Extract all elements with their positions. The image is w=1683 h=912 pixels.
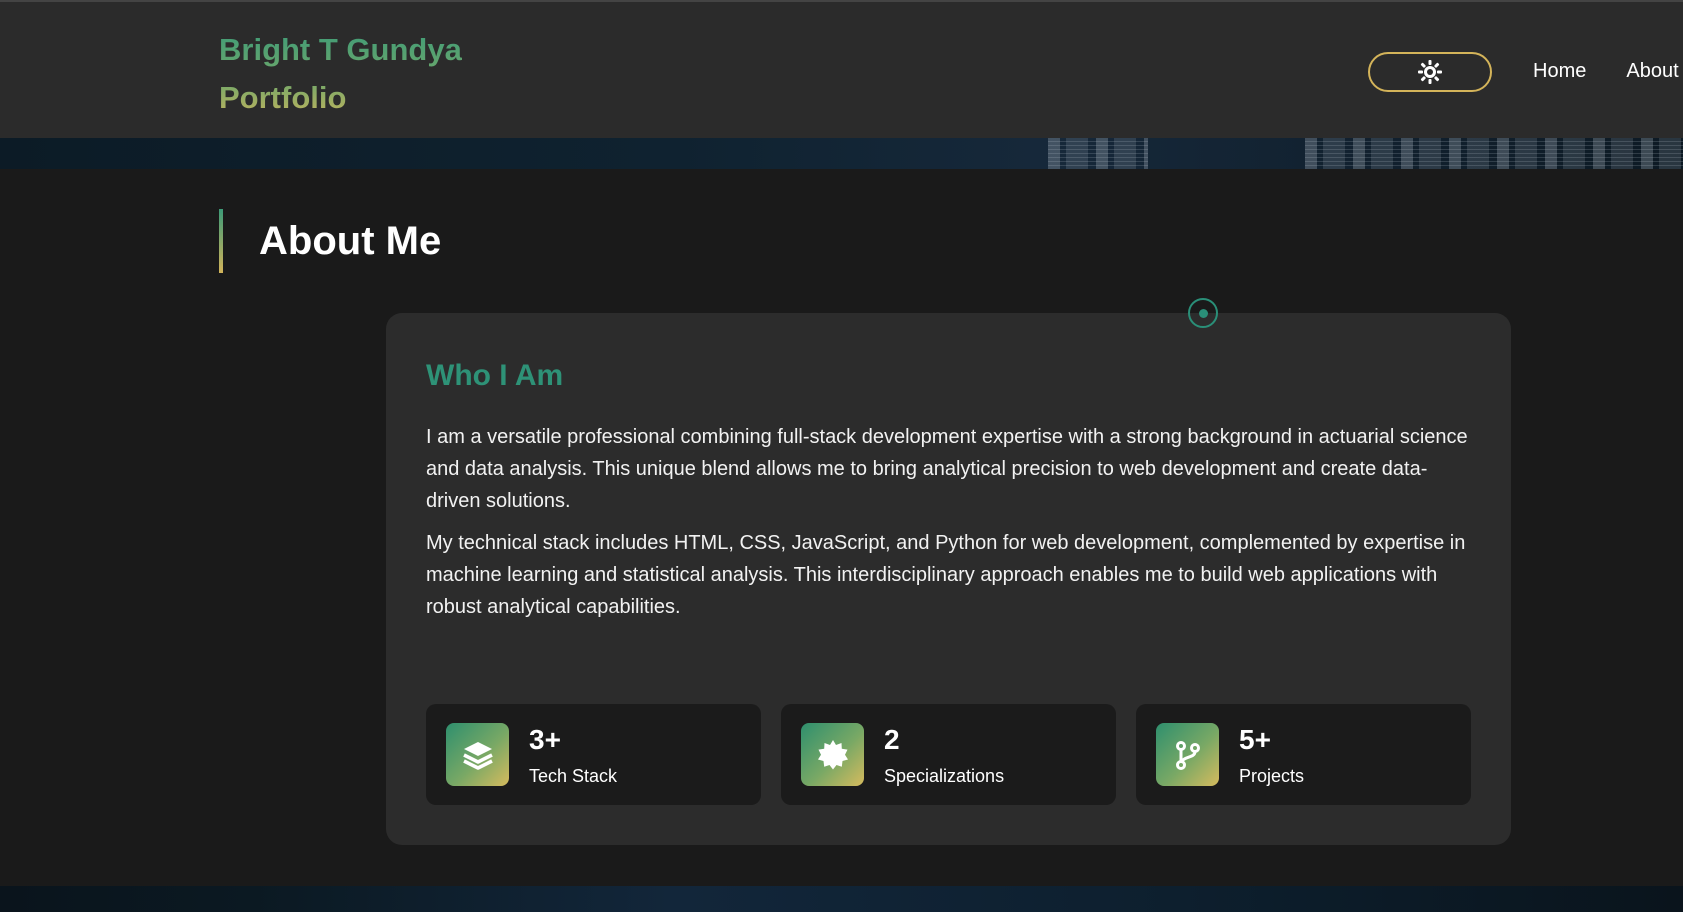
page: Bright T Gundya Portfolio Home About Abo… (0, 0, 1683, 912)
stat-card-tech-stack: 3+ Tech Stack (426, 704, 761, 805)
stat-label: Specializations (884, 765, 1005, 786)
section-title: About Me (219, 209, 442, 273)
brand-logo[interactable]: Bright T Gundya Portfolio (219, 26, 462, 122)
about-paragraph: My technical stack includes HTML, CSS, J… (426, 532, 1466, 618)
nav-link-about[interactable]: About (1626, 58, 1678, 84)
site-header: Bright T Gundya Portfolio Home About (0, 2, 1683, 138)
brand-name: Bright T Gundya (219, 32, 462, 67)
nav-link-home[interactable]: Home (1533, 58, 1586, 84)
main-nav: Home About (1533, 58, 1679, 84)
brand-subtitle: Portfolio (219, 80, 347, 115)
stat-value: 3+ (529, 723, 561, 755)
hero-background-strip (0, 138, 1683, 169)
stat-value: 5+ (1239, 723, 1271, 755)
badge-icon (801, 723, 864, 786)
theme-toggle-button[interactable] (1368, 52, 1492, 92)
about-card: Who I Am I am a versatile professional c… (386, 313, 1511, 845)
about-paragraph: I am a versatile professional combining … (426, 426, 1468, 512)
stats-row: 3+ Tech Stack 2 Specializations 5+ Proje… (426, 704, 1471, 805)
code-texture (1305, 138, 1683, 169)
stat-card-projects: 5+ Projects (1136, 704, 1471, 805)
sun-icon (1418, 60, 1442, 84)
layers-icon (446, 723, 509, 786)
stat-label: Projects (1239, 765, 1305, 786)
cursor-follower (1188, 298, 1218, 328)
card-title: Who I Am (426, 359, 564, 392)
git-branch-icon (1156, 723, 1219, 786)
stat-value: 2 (884, 723, 900, 755)
footer-background-strip (0, 886, 1683, 912)
stat-card-specializations: 2 Specializations (781, 704, 1116, 805)
code-texture (1048, 138, 1148, 169)
stat-label: Tech Stack (529, 765, 618, 786)
